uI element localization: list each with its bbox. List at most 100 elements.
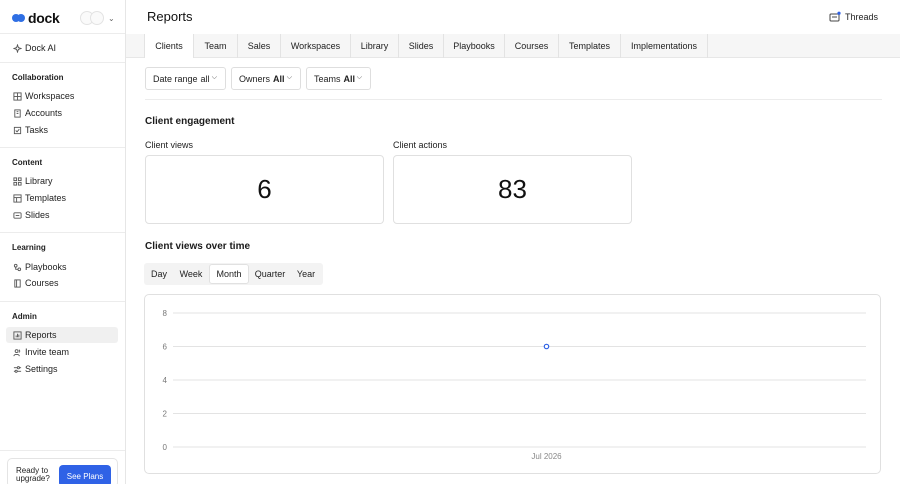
- grid-icon: [12, 91, 22, 101]
- sidebar-item-label: Accounts: [25, 108, 63, 118]
- y-tick-label: 4: [163, 376, 168, 385]
- slides-icon: [12, 210, 22, 220]
- sidebar-item-label: Workspaces: [25, 91, 75, 101]
- chevron-down-icon: ⌵: [211, 74, 217, 81]
- sidebar-item-slides[interactable]: Slides: [6, 207, 118, 223]
- date-range-filter[interactable]: Date range all ⌵: [145, 67, 226, 90]
- filter-value: All: [273, 73, 285, 84]
- upgrade-text: Ready to upgrade?: [16, 466, 50, 483]
- section-heading: Admin: [12, 312, 37, 321]
- sidebar-item-library[interactable]: Library: [6, 173, 118, 189]
- sidebar-item-label: Dock AI: [25, 43, 57, 53]
- threads-button[interactable]: Threads: [829, 11, 878, 23]
- book-icon: [12, 278, 22, 288]
- period-year[interactable]: Year: [291, 264, 321, 284]
- filter-label: Date range: [153, 73, 198, 84]
- client-actions-card: 83: [393, 155, 632, 224]
- period-month[interactable]: Month: [209, 264, 249, 284]
- sidebar-item-label: Playbooks: [25, 262, 67, 272]
- tab-courses[interactable]: Courses: [505, 34, 559, 58]
- sidebar-item-courses[interactable]: Courses: [6, 275, 118, 291]
- filter-label: Owners: [239, 73, 271, 84]
- sidebar-item-workspaces[interactable]: Workspaces: [6, 88, 118, 104]
- y-tick-label: 6: [163, 343, 168, 352]
- sidebar-item-label: Tasks: [25, 125, 49, 135]
- y-tick-label: 8: [163, 309, 168, 318]
- sidebar-item-tasks[interactable]: Tasks: [6, 122, 118, 138]
- sparkle-icon: [12, 43, 22, 53]
- sidebar-item-label: Slides: [25, 210, 50, 220]
- sidebar: dock ⌄ Dock AI Collaboration Workspaces …: [0, 0, 126, 484]
- divider: [0, 33, 125, 34]
- teams-filter[interactable]: Teams All ⌵: [306, 67, 371, 90]
- sidebar-item-label: Library: [25, 176, 53, 186]
- sidebar-item-label: Invite team: [25, 347, 70, 357]
- sliders-icon: [12, 364, 22, 374]
- divider: [145, 99, 882, 100]
- divider: [0, 62, 125, 63]
- filter-value: all: [200, 73, 210, 84]
- filter-value: All: [343, 73, 356, 84]
- y-tick-label: 2: [163, 410, 168, 419]
- data-point[interactable]: [543, 343, 550, 350]
- sidebar-item-invite-team[interactable]: Invite team: [6, 344, 118, 360]
- chart-icon: [12, 330, 22, 340]
- section-heading: Collaboration: [12, 73, 64, 82]
- owners-filter[interactable]: Owners All ⌵: [231, 67, 301, 90]
- building-icon: [12, 108, 22, 118]
- divider: [0, 147, 125, 148]
- tab-library[interactable]: Library: [351, 34, 399, 58]
- client-views-label: Client views: [145, 140, 194, 150]
- page-title: Reports: [147, 9, 193, 24]
- sidebar-item-dock-ai[interactable]: Dock AI: [6, 40, 118, 56]
- client-actions-label: Client actions: [393, 140, 448, 150]
- playbook-icon: [12, 262, 22, 272]
- period-quarter[interactable]: Quarter: [250, 264, 290, 284]
- dock-logo-icon: [12, 13, 26, 23]
- section-heading: Content: [12, 158, 43, 167]
- views-chart-card: 0 2 4 6 8 Jul 2026: [144, 294, 881, 474]
- workspace-switcher[interactable]: ⌄: [80, 11, 115, 25]
- client-actions-value: 83: [498, 174, 527, 204]
- tab-clients[interactable]: Clients: [144, 34, 194, 58]
- sidebar-item-templates[interactable]: Templates: [6, 190, 118, 206]
- grid-icon: [12, 176, 22, 186]
- chevron-down-icon: ⌵: [356, 74, 362, 81]
- brand-logo[interactable]: dock: [12, 10, 60, 26]
- see-plans-button[interactable]: See Plans: [59, 465, 111, 484]
- section-heading: Learning: [12, 243, 46, 252]
- period-selector: Day Week Month Quarter Year: [144, 263, 323, 285]
- brand-name: dock: [28, 10, 60, 26]
- tab-team[interactable]: Team: [194, 34, 238, 58]
- tab-slides[interactable]: Slides: [399, 34, 444, 58]
- tab-workspaces[interactable]: Workspaces: [281, 34, 351, 58]
- period-day[interactable]: Day: [145, 264, 173, 284]
- sidebar-item-accounts[interactable]: Accounts: [6, 105, 118, 121]
- tab-playbooks[interactable]: Playbooks: [444, 34, 505, 58]
- tab-templates[interactable]: Templates: [559, 34, 621, 58]
- sidebar-item-label: Reports: [25, 330, 57, 340]
- x-tick-label: Jul 2026: [531, 452, 562, 461]
- views-chart: 0 2 4 6 8 Jul 2026: [163, 309, 866, 461]
- sidebar-item-settings[interactable]: Settings: [6, 361, 118, 377]
- template-icon: [12, 193, 22, 203]
- divider: [0, 232, 125, 233]
- chevron-down-icon: ⌄: [108, 13, 115, 23]
- filter-label: Teams: [314, 73, 341, 84]
- upgrade-card: Ready to upgrade? See Plans: [7, 458, 118, 484]
- y-tick-label: 0: [163, 443, 168, 452]
- sidebar-item-label: Courses: [25, 278, 59, 288]
- tab-implementations[interactable]: Implementations: [621, 34, 708, 58]
- sidebar-item-reports[interactable]: Reports: [6, 327, 118, 343]
- sidebar-item-label: Settings: [25, 364, 58, 374]
- users-icon: [12, 347, 22, 357]
- report-tabs: Clients Team Sales Workspaces Library Sl…: [126, 34, 900, 58]
- sidebar-item-label: Templates: [25, 193, 67, 203]
- client-views-card: 6: [145, 155, 384, 224]
- workspace-avatar: [90, 11, 104, 25]
- chevron-down-icon: ⌵: [286, 74, 292, 81]
- tab-sales[interactable]: Sales: [238, 34, 281, 58]
- period-week[interactable]: Week: [174, 264, 208, 284]
- sidebar-item-playbooks[interactable]: Playbooks: [6, 259, 118, 275]
- engagement-title: Client engagement: [145, 116, 235, 127]
